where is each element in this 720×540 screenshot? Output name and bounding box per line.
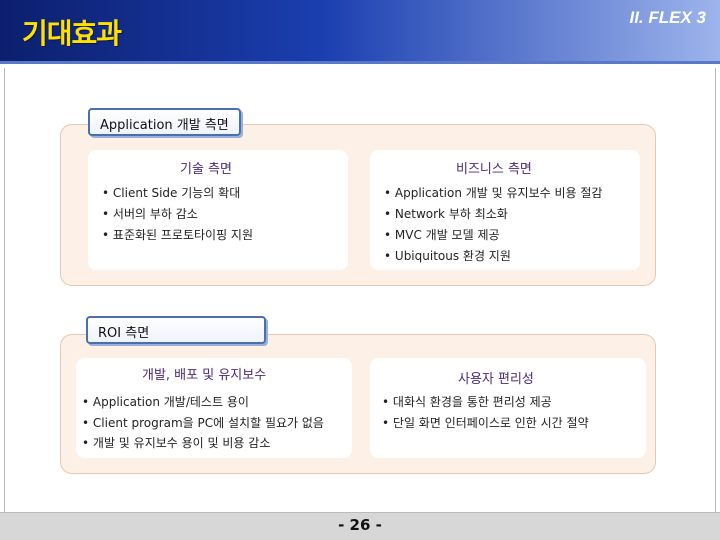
business-card-title: 비즈니스 측면	[456, 162, 532, 177]
user-item: 단일 화면 인터페이스로 인한 시간 절약	[382, 414, 589, 431]
application-label: Application 개발 측면	[88, 108, 241, 136]
page-number: - 26 -	[338, 516, 382, 534]
section-label: II. FLEX 3	[629, 8, 706, 27]
business-item: Ubiquitous 환경 지원	[384, 247, 511, 264]
tech-card-title: 기술 측면	[180, 162, 232, 177]
tech-item: 표준화된 프로토타이핑 지원	[102, 226, 253, 243]
roi-label: ROI 측면	[86, 316, 266, 344]
user-card-title: 사용자 편리성	[458, 372, 534, 387]
dev-item: Application 개발/테스트 용이	[82, 393, 249, 410]
dev-item: Client program을 PC에 설치할 필요가 없음	[82, 414, 324, 431]
slide-title: 기대효과	[22, 17, 122, 50]
tech-item: Client Side 기능의 확대	[102, 184, 240, 201]
business-item: Network 부하 최소화	[384, 205, 508, 222]
business-item: MVC 개발 모델 제공	[384, 226, 500, 243]
user-item: 대화식 환경을 통한 편리성 제공	[382, 393, 552, 410]
slide-header: 기대효과 II. FLEX 3	[0, 0, 720, 64]
dev-card-title: 개발, 배포 및 유지보수	[142, 368, 267, 383]
business-item: Application 개발 및 유지보수 비용 절감	[384, 184, 603, 201]
dev-item: 개발 및 유지보수 용이 및 비용 감소	[82, 434, 270, 451]
tech-item: 서버의 부하 감소	[102, 205, 198, 222]
